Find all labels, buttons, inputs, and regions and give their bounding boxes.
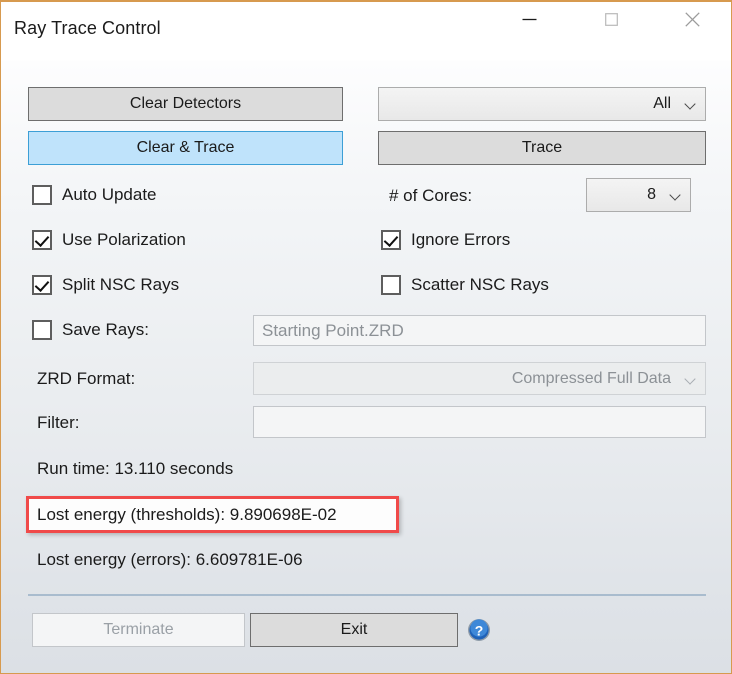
save-rays-file-input[interactable]: Starting Point.ZRD — [253, 315, 706, 346]
save-rays-checkbox[interactable] — [32, 320, 52, 340]
scatter-nsc-rays-label: Scatter NSC Rays — [411, 275, 549, 294]
zrd-format-label: ZRD Format: — [37, 369, 136, 388]
ray-trace-control-window: Ray Trace Control Clear Detectors Clear … — [0, 0, 732, 674]
zrd-format-dropdown[interactable]: Compressed Full Data — [253, 362, 706, 395]
auto-update-checkbox[interactable] — [32, 185, 52, 205]
lost-energy-errors-status: Lost energy (errors): 6.609781E-06 — [37, 550, 303, 569]
svg-text:?: ? — [475, 622, 484, 638]
auto-update-checkbox-row[interactable]: Auto Update — [32, 184, 157, 206]
chevron-down-icon — [670, 189, 682, 201]
maximize-button[interactable] — [588, 2, 634, 36]
split-nsc-rays-checkbox-row[interactable]: Split NSC Rays — [32, 274, 179, 296]
title-bar: Ray Trace Control — [1, 2, 731, 58]
window-title: Ray Trace Control — [14, 18, 161, 38]
filter-label: Filter: — [37, 413, 80, 432]
exit-button[interactable]: Exit — [250, 613, 458, 647]
clear-and-trace-button[interactable]: Clear & Trace — [28, 131, 343, 165]
detector-scope-value: All — [653, 95, 671, 112]
filter-input[interactable] — [253, 406, 706, 438]
ignore-errors-checkbox[interactable] — [381, 230, 401, 250]
use-polarization-checkbox-row[interactable]: Use Polarization — [32, 229, 186, 251]
scatter-nsc-rays-checkbox-row[interactable]: Scatter NSC Rays — [381, 274, 549, 296]
lost-energy-thresholds-status: Lost energy (thresholds): 9.890698E-02 — [37, 505, 337, 524]
ignore-errors-label: Ignore Errors — [411, 230, 511, 249]
save-rays-checkbox-row[interactable]: Save Rays: — [32, 319, 149, 341]
cores-value: 8 — [647, 186, 656, 203]
terminate-button[interactable]: Terminate — [32, 613, 245, 647]
trace-button[interactable]: Trace — [378, 131, 706, 165]
clear-detectors-button[interactable]: Clear Detectors — [28, 87, 343, 121]
use-polarization-label: Use Polarization — [62, 230, 186, 249]
cores-dropdown[interactable]: 8 — [586, 178, 691, 212]
minimize-button[interactable] — [506, 2, 552, 36]
chevron-down-icon — [685, 98, 697, 110]
maximize-icon — [604, 12, 618, 26]
help-icon: ? — [468, 619, 490, 641]
detector-scope-dropdown[interactable]: All — [378, 87, 706, 121]
close-icon — [684, 11, 700, 27]
use-polarization-checkbox[interactable] — [32, 230, 52, 250]
close-button[interactable] — [669, 2, 715, 36]
cores-label: # of Cores: — [389, 186, 473, 205]
run-time-status: Run time: 13.110 seconds — [37, 459, 234, 478]
auto-update-label: Auto Update — [62, 185, 157, 204]
split-nsc-rays-checkbox[interactable] — [32, 275, 52, 295]
zrd-format-value: Compressed Full Data — [511, 369, 671, 387]
split-nsc-rays-label: Split NSC Rays — [62, 275, 180, 294]
chevron-down-icon — [685, 373, 697, 385]
ignore-errors-checkbox-row[interactable]: Ignore Errors — [381, 229, 510, 251]
scatter-nsc-rays-checkbox[interactable] — [381, 275, 401, 295]
save-rays-label: Save Rays: — [62, 320, 149, 339]
footer-separator — [28, 594, 706, 596]
help-button[interactable]: ? — [467, 618, 491, 642]
minimize-icon — [522, 18, 536, 20]
